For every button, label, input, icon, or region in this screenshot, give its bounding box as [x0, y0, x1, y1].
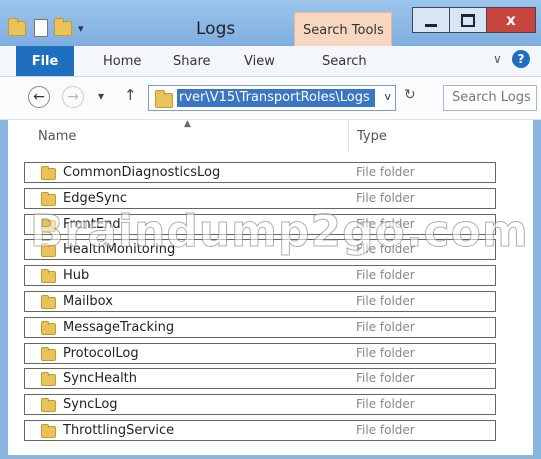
close-button[interactable]: x	[486, 7, 536, 33]
search-tools-context-tab: Search Tools	[294, 12, 392, 47]
up-arrow-icon[interactable]: ↑	[124, 86, 137, 104]
address-path[interactable]: rver\V15\TransportRoles\Logs	[177, 89, 375, 107]
address-bar[interactable]: rver\V15\TransportRoles\Logs v	[148, 85, 396, 111]
folder-icon	[41, 218, 56, 232]
tab-share[interactable]: Share	[173, 54, 211, 69]
recent-locations-icon[interactable]: ▾	[98, 89, 104, 103]
file-name: Hub	[63, 268, 90, 283]
folder-icon	[41, 321, 56, 335]
tab-home[interactable]: Home	[103, 54, 141, 69]
file-type: File folder	[356, 371, 415, 385]
explorer-window: ▾ Logs Search Tools x File Home Share Vi…	[0, 0, 541, 459]
folder-icon	[41, 166, 56, 180]
file-name: FrontEnd	[63, 217, 121, 232]
file-row[interactable]: EdgeSync File folder	[24, 188, 496, 209]
search-placeholder: Search Logs	[452, 90, 531, 105]
file-row[interactable]: FrontEnd File folder	[24, 214, 496, 235]
file-type: File folder	[356, 217, 415, 231]
forward-arrow-icon: →	[67, 89, 79, 105]
file-type: File folder	[356, 346, 415, 360]
file-name: Mailbox	[63, 294, 113, 309]
file-type: File folder	[356, 165, 415, 179]
sort-ascending-icon: ▲	[184, 119, 191, 129]
file-row[interactable]: HealthMonitoring File folder	[24, 239, 496, 260]
back-button[interactable]: ←	[28, 86, 50, 108]
folder-icon	[41, 398, 56, 412]
folder-icon	[41, 269, 56, 283]
column-header-name[interactable]: Name	[38, 129, 76, 144]
tab-search[interactable]: Search	[322, 54, 367, 69]
file-type: File folder	[356, 397, 415, 411]
quick-access-toolbar: ▾	[8, 17, 84, 38]
file-name: ProtocolLog	[63, 346, 139, 361]
properties-icon[interactable]	[34, 19, 48, 37]
minimize-icon	[425, 23, 437, 27]
help-icon[interactable]: ?	[512, 50, 530, 68]
file-row[interactable]: MessageTracking File folder	[24, 317, 496, 338]
file-name: CommonDiagnosticsLog	[63, 165, 221, 180]
file-row[interactable]: Hub File folder	[24, 265, 496, 286]
folder-icon	[41, 424, 56, 438]
folder-icon	[41, 295, 56, 309]
new-folder-icon[interactable]	[54, 17, 72, 36]
folder-icon	[41, 372, 56, 386]
file-type: File folder	[356, 320, 415, 334]
tab-file[interactable]: File	[16, 46, 74, 76]
back-arrow-icon: ←	[33, 89, 45, 105]
file-type: File folder	[356, 294, 415, 308]
customize-toolbar-icon[interactable]: ▾	[78, 22, 84, 35]
address-folder-icon	[155, 90, 173, 108]
file-name: HealthMonitoring	[63, 242, 176, 257]
folder-icon	[41, 347, 56, 361]
file-name: SyncHealth	[63, 371, 138, 386]
folder-icon	[41, 243, 56, 257]
minimize-button[interactable]	[412, 7, 450, 33]
file-type: File folder	[356, 242, 415, 256]
refresh-icon[interactable]: ↻	[404, 87, 416, 103]
file-row[interactable]: Mailbox File folder	[24, 291, 496, 312]
file-type: File folder	[356, 191, 415, 205]
file-row[interactable]: ThrottlingService File folder	[24, 420, 496, 441]
file-name: SyncLog	[63, 397, 118, 412]
window-title: Logs	[196, 19, 236, 39]
file-type: File folder	[356, 268, 415, 282]
folder-icon	[41, 192, 56, 206]
tab-view[interactable]: View	[244, 54, 275, 69]
close-icon: x	[506, 11, 516, 29]
file-type: File folder	[356, 423, 415, 437]
forward-button[interactable]: →	[62, 86, 84, 108]
maximize-button[interactable]	[449, 7, 487, 33]
file-row[interactable]: SyncLog File folder	[24, 394, 496, 415]
maximize-icon	[461, 13, 475, 27]
column-header-type[interactable]: Type	[357, 129, 387, 144]
ribbon-expand-icon[interactable]: ∨	[493, 52, 502, 66]
folder-icon[interactable]	[8, 17, 26, 36]
file-row[interactable]: ProtocolLog File folder	[24, 343, 496, 364]
search-box[interactable]: Search Logs	[443, 85, 537, 111]
file-row[interactable]: SyncHealth File folder	[24, 368, 496, 389]
search-tools-label: Search Tools	[303, 23, 384, 38]
file-name: ThrottlingService	[63, 423, 175, 438]
column-divider[interactable]	[348, 121, 349, 151]
file-name: EdgeSync	[63, 191, 128, 206]
file-row[interactable]: CommonDiagnosticsLog File folder	[24, 162, 496, 183]
file-name: MessageTracking	[63, 320, 175, 335]
address-dropdown-icon[interactable]: v	[384, 90, 391, 103]
